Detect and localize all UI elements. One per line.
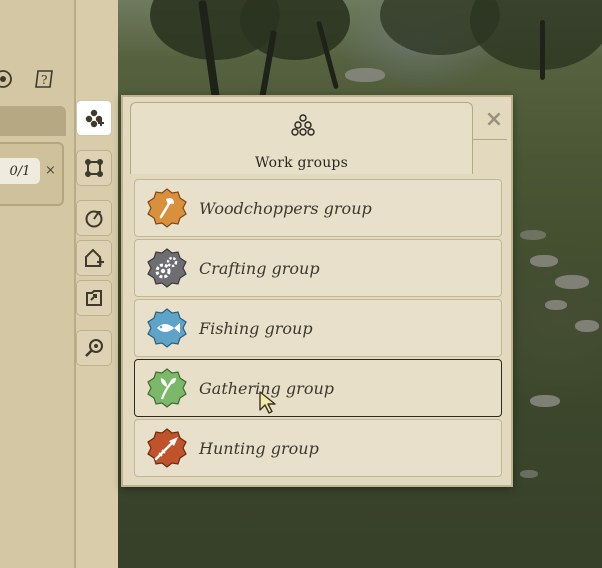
axe-icon [147,188,187,228]
group-row-fishing[interactable]: Fishing group [134,299,502,357]
search-button[interactable] [76,330,112,366]
work-groups-icon [85,109,104,128]
rock [575,320,599,332]
tree [470,0,602,70]
remove-button[interactable]: × [45,163,56,178]
work-groups-button[interactable] [76,100,112,136]
side-panel: ? 0/1 × [0,0,118,568]
herb-icon [147,368,187,408]
svg-text:?: ? [41,73,47,87]
priority-icon [85,210,103,228]
rock [530,255,558,267]
rock [520,470,538,478]
group-label: Hunting group [199,439,319,458]
area-button[interactable] [76,150,112,186]
work-groups-icon [291,114,315,136]
fish-icon [147,308,187,348]
work-groups-popup: Work groups × Woodchoppers group Craftin… [121,95,513,487]
tab-divider [473,139,507,140]
eye-icon[interactable] [0,68,14,90]
mouse-cursor-icon [259,391,276,414]
group-row-crafting[interactable]: Crafting group [134,239,502,297]
spear-icon [147,428,187,468]
area-icon [85,159,103,177]
list-header [0,106,66,136]
add-building-button[interactable] [76,240,112,276]
rock [545,300,567,310]
search-icon [85,339,103,357]
group-label: Woodchoppers group [199,199,372,218]
group-label: Crafting group [199,259,320,278]
assign-button[interactable] [76,280,112,316]
close-button[interactable]: × [483,109,505,131]
group-row-hunting[interactable]: Hunting group [134,419,502,477]
rock [555,275,589,289]
work-groups-tab[interactable]: Work groups [130,102,473,174]
gears-icon [147,248,187,288]
group-label: Fishing group [199,319,313,338]
group-row-woodchoppers[interactable]: Woodchoppers group [134,179,502,237]
priority-button[interactable] [76,200,112,236]
rock [520,230,546,240]
worker-count: 0/1 [0,158,40,184]
details-panel: ? 0/1 × [0,0,76,568]
add-building-icon [85,248,104,267]
popup-title: Work groups [255,155,348,171]
rock [530,395,560,407]
rock [345,68,385,82]
assign-icon [86,290,102,306]
tree-trunk [540,20,545,80]
help-scroll-icon[interactable]: ? [34,68,56,90]
group-row-gathering[interactable]: Gathering group [134,359,502,417]
tree [240,0,350,60]
